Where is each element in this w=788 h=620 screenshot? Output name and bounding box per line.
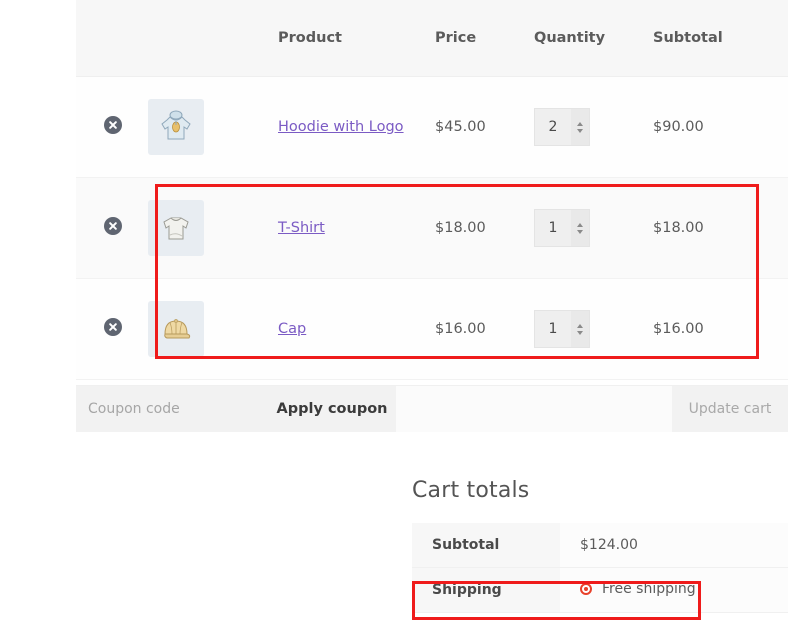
hoodie-thumbnail[interactable] <box>148 99 204 155</box>
cart-table: Remove Thumbnail Product Price Quantity … <box>76 0 788 380</box>
thumbnail-cell <box>146 178 258 279</box>
remove-cell <box>76 77 146 178</box>
product-name-cell: Hoodie with Logo <box>258 77 435 178</box>
column-header-remove: Remove <box>76 0 146 77</box>
thumbnail-cell <box>146 279 258 380</box>
cart-totals-table: Subtotal $124.00 Shipping Free shipping <box>412 523 788 613</box>
remove-cell <box>76 279 146 380</box>
actions-spacer <box>396 386 672 432</box>
free-shipping-label: Free shipping <box>602 581 696 597</box>
product-name-cell: Cap <box>258 279 435 380</box>
table-row: T-Shirt $18.00 1 $18.00 <box>76 178 788 279</box>
table-row: Cap $16.00 1 $16.00 <box>76 279 788 380</box>
subtotal-value: $124.00 <box>560 523 788 568</box>
cap-thumbnail[interactable] <box>148 301 204 357</box>
table-row: Hoodie with Logo $45.00 2 $90.00 <box>76 77 788 178</box>
product-link[interactable]: Cap <box>278 321 306 337</box>
free-shipping-radio[interactable] <box>580 583 592 595</box>
quantity-stepper[interactable]: 2 <box>534 108 590 146</box>
quantity-stepper[interactable]: 1 <box>534 209 590 247</box>
cart-header-row: Remove Thumbnail Product Price Quantity … <box>76 0 788 77</box>
price-cell: $45.00 <box>435 77 534 178</box>
quantity-value[interactable]: 1 <box>535 321 571 337</box>
shipping-option[interactable]: Free shipping <box>580 581 696 597</box>
shipping-label: Shipping <box>412 568 560 613</box>
quantity-cell: 1 <box>534 279 653 380</box>
column-header-thumbnail: Thumbnail <box>146 0 258 77</box>
tshirt-thumbnail[interactable] <box>148 200 204 256</box>
price-cell: $18.00 <box>435 178 534 279</box>
cart-table-container: Remove Thumbnail Product Price Quantity … <box>76 0 788 380</box>
shipping-value-cell: Free shipping <box>560 568 788 613</box>
quantity-spinner-icon[interactable] <box>571 311 589 347</box>
line-subtotal-cell: $18.00 <box>653 178 788 279</box>
quantity-cell: 2 <box>534 77 653 178</box>
column-header-price: Price <box>435 0 534 77</box>
remove-cell <box>76 178 146 279</box>
cart-table-head: Remove Thumbnail Product Price Quantity … <box>76 0 788 77</box>
column-header-subtotal: Subtotal <box>653 0 788 77</box>
remove-circle-x-icon[interactable] <box>104 217 122 235</box>
cart-page: Remove Thumbnail Product Price Quantity … <box>0 0 788 618</box>
price-cell: $16.00 <box>435 279 534 380</box>
quantity-spinner-icon[interactable] <box>571 109 589 145</box>
apply-coupon-button[interactable]: Apply coupon <box>268 386 396 432</box>
column-header-quantity: Quantity <box>534 0 653 77</box>
product-link[interactable]: T-Shirt <box>278 220 325 236</box>
quantity-stepper[interactable]: 1 <box>534 310 590 348</box>
cart-actions-row: Apply coupon Update cart <box>76 385 788 432</box>
line-subtotal-cell: $16.00 <box>653 279 788 380</box>
cart-totals-panel: Cart totals Subtotal $124.00 Shipping Fr… <box>412 478 788 613</box>
quantity-spinner-icon[interactable] <box>571 210 589 246</box>
subtotal-label: Subtotal <box>412 523 560 568</box>
thumbnail-cell <box>146 77 258 178</box>
totals-row-shipping: Shipping Free shipping <box>412 568 788 613</box>
quantity-cell: 1 <box>534 178 653 279</box>
cart-table-body: Hoodie with Logo $45.00 2 $90.00 <box>76 77 788 380</box>
product-name-cell: T-Shirt <box>258 178 435 279</box>
remove-circle-x-icon[interactable] <box>104 116 122 134</box>
line-subtotal-cell: $90.00 <box>653 77 788 178</box>
cart-totals-title: Cart totals <box>412 478 788 503</box>
remove-circle-x-icon[interactable] <box>104 318 122 336</box>
product-link[interactable]: Hoodie with Logo <box>278 119 404 135</box>
totals-row-subtotal: Subtotal $124.00 <box>412 523 788 568</box>
quantity-value[interactable]: 2 <box>535 119 571 135</box>
column-header-product: Product <box>258 0 435 77</box>
quantity-value[interactable]: 1 <box>535 220 571 236</box>
coupon-code-input[interactable] <box>76 386 268 432</box>
update-cart-button[interactable]: Update cart <box>672 386 788 432</box>
